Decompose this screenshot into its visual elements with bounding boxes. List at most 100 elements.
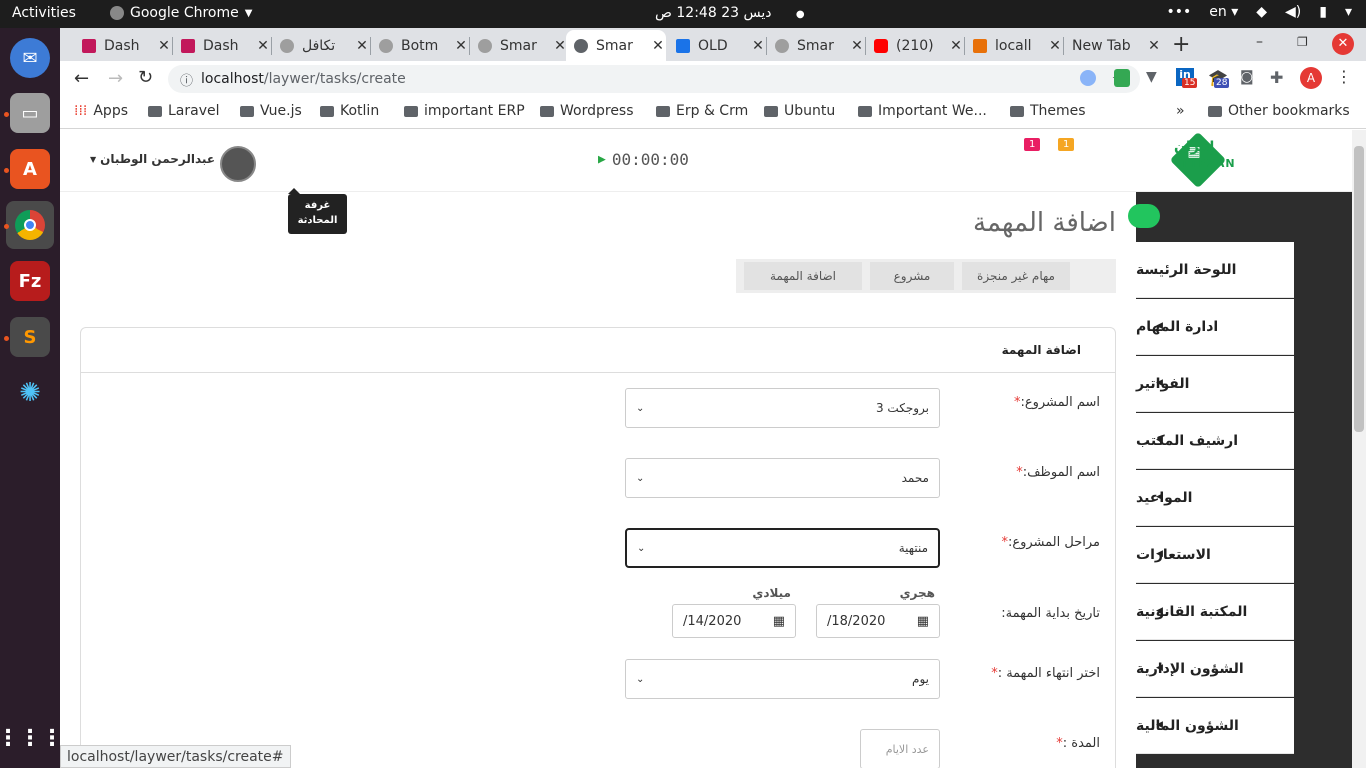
duration-input[interactable]: عدد الايام (860, 729, 940, 768)
tab-youtube[interactable]: (210) ✕ (866, 30, 964, 61)
close-tab-icon[interactable]: ✕ (453, 38, 469, 54)
tab-dash-2[interactable]: Dash ✕ (173, 30, 271, 61)
notification-badge[interactable]: 1 (1024, 138, 1041, 151)
tab-smar-active[interactable]: Smar ✕ (566, 30, 666, 61)
bookmark-vue[interactable]: Vue.js (240, 103, 302, 119)
sidebar-item-dashboard[interactable]: اللوحة الرئيسة (1136, 242, 1294, 298)
sidebar-item-tasks[interactable]: ادارة المهام ◀ (1136, 299, 1294, 355)
message-badge[interactable]: 1 (1058, 138, 1075, 151)
scrollbar-thumb[interactable] (1354, 146, 1364, 432)
calendar-icon[interactable]: ▦ (917, 614, 929, 629)
tab-new-tab[interactable]: New Tab ✕ (1064, 30, 1162, 61)
profile-avatar[interactable]: A (1300, 67, 1322, 89)
tab-old[interactable]: OLD ✕ (668, 30, 766, 61)
bookmark-apps[interactable]: ⁞⁞⁞ Apps (74, 103, 128, 119)
tab-local[interactable]: locall ✕ (965, 30, 1063, 61)
bookmarks-overflow[interactable]: » (1176, 103, 1185, 119)
chevron-down-icon: ⌄ (636, 472, 645, 484)
minimize-icon[interactable]: – (1256, 34, 1263, 50)
bookmark-label: Important We... (878, 103, 987, 119)
folder-icon (540, 105, 554, 117)
bookmark-laravel[interactable]: Laravel (148, 103, 220, 119)
filezilla-icon[interactable]: Fz (10, 261, 50, 301)
sidebar-item-borrowings[interactable]: الاستعارات ◀ (1136, 527, 1294, 583)
new-tab-button[interactable]: + (1172, 32, 1190, 57)
more-icon[interactable]: ••• (1166, 4, 1191, 20)
address-bar[interactable]: ⓘ localhost/laywer/tasks/create ☆ (168, 65, 1140, 93)
chrome-dock-icon[interactable] (6, 201, 54, 249)
bookmark-erp-crm[interactable]: Erp & Crm (656, 103, 748, 119)
breadcrumb-item-pending-tasks[interactable]: مهام غير منجزة (962, 262, 1070, 290)
sidebar-item-financial-affairs[interactable]: الشؤون المالية ◀ (1136, 698, 1294, 754)
shield-extension-icon[interactable] (1114, 69, 1130, 87)
play-icon[interactable]: ▶ (598, 152, 606, 167)
sublime-text-icon[interactable]: S (10, 317, 50, 357)
bookmark-themes[interactable]: Themes (1010, 103, 1086, 119)
camera-icon[interactable]: ◙ (1240, 69, 1254, 85)
close-window-icon[interactable]: ✕ (1332, 33, 1354, 55)
clock[interactable]: ديس 23 12:48 ص ● (655, 5, 805, 21)
chevron-down-icon: ⌄ (637, 542, 646, 554)
show-applications-icon[interactable]: ⋮⋮⋮ (0, 718, 63, 758)
sidebar-item-archive[interactable]: ارشيف المكتب ◀ (1136, 413, 1294, 469)
folder-icon (1010, 105, 1024, 117)
sidebar-item-appointments[interactable]: المواعيد ◀ (1136, 470, 1294, 526)
vue-devtools-icon[interactable]: ▼ (1146, 69, 1157, 85)
app-menu[interactable]: Google Chrome ▼ (110, 5, 252, 21)
close-tab-icon[interactable]: ✕ (849, 38, 865, 54)
gregorian-date-input[interactable]: /14/2020 ▦ (672, 604, 796, 638)
grad-badge: 28 (1214, 78, 1230, 88)
end-type-select[interactable]: ⌄ يوم (625, 659, 940, 699)
bookmark-important-web[interactable]: Important We... (858, 103, 987, 119)
close-tab-icon[interactable]: ✕ (1047, 38, 1063, 54)
tab-smar-1[interactable]: Smar ✕ (470, 30, 568, 61)
system-tray[interactable]: ••• en ▾ ◆ ◀) ▮ ▾ (1166, 4, 1352, 20)
page-scrollbar[interactable] (1352, 130, 1366, 768)
tab-smar-2[interactable]: Smar ✕ (767, 30, 865, 61)
software-center-icon[interactable]: A (10, 149, 50, 189)
project-select[interactable]: ⌄ بروجكت 3 (625, 388, 940, 428)
close-tab-icon[interactable]: ✕ (650, 38, 666, 54)
user-avatar-icon[interactable] (220, 146, 256, 182)
maximize-icon[interactable]: ❐ (1297, 35, 1308, 49)
activities-button[interactable]: Activities (12, 5, 76, 21)
thunderbird-icon[interactable]: ✉ (10, 38, 50, 78)
bookmark-important-erp[interactable]: important ERP (404, 103, 525, 119)
employee-select[interactable]: ⌄ محمد (625, 458, 940, 498)
tab-dash-1[interactable]: Dash ✕ (74, 30, 172, 61)
chevron-down-icon: ⌄ (636, 673, 645, 685)
info-icon[interactable]: ⓘ (180, 70, 193, 89)
bookmark-other[interactable]: Other bookmarks (1208, 103, 1350, 119)
files-icon[interactable]: ▭ (10, 93, 50, 133)
close-tab-icon[interactable]: ✕ (948, 38, 964, 54)
forward-icon[interactable]: → (108, 68, 123, 89)
close-tab-icon[interactable]: ✕ (354, 38, 370, 54)
sidebar-item-admin-affairs[interactable]: الشؤون الإدارية ◀ (1136, 641, 1294, 697)
language-indicator[interactable]: en ▾ (1209, 4, 1238, 20)
power-menu-icon[interactable]: ▾ (1345, 4, 1352, 20)
app-swirl-icon[interactable]: ✺ (10, 373, 50, 413)
close-tab-icon[interactable]: ✕ (750, 38, 766, 54)
bookmark-kotlin[interactable]: Kotlin (320, 103, 379, 119)
bookmark-ubuntu[interactable]: Ubuntu (764, 103, 835, 119)
tab-botm[interactable]: Botm ✕ (371, 30, 469, 61)
back-icon[interactable]: ← (74, 68, 89, 89)
calendar-icon[interactable]: ▦ (773, 614, 785, 629)
reload-icon[interactable]: ↻ (138, 67, 153, 88)
close-tab-icon[interactable]: ✕ (255, 38, 271, 54)
user-menu[interactable]: عبدالرحمن الوطبان ▼ (90, 152, 215, 166)
close-tab-icon[interactable]: ✕ (156, 38, 172, 54)
hijri-date-input[interactable]: /18/2020 ▦ (816, 604, 940, 638)
sidebar-item-legal-library[interactable]: المكتبة القانونية ◀ (1136, 584, 1294, 640)
sidebar-toggle[interactable] (1128, 204, 1160, 228)
tab-takaful[interactable]: تكافل ✕ (272, 30, 370, 61)
stage-select[interactable]: ⌄ منتهية (625, 528, 940, 568)
puzzle-icon[interactable]: ✚ (1270, 68, 1283, 87)
close-tab-icon[interactable]: ✕ (1146, 38, 1162, 54)
sidebar-item-invoices[interactable]: الفواتير ◀ (1136, 356, 1294, 412)
task-timer[interactable]: ▶ 00:00:00 (598, 150, 689, 169)
extension-icon[interactable] (1080, 70, 1096, 86)
breadcrumb-item-project[interactable]: مشروع (870, 262, 954, 290)
bookmark-wordpress[interactable]: Wordpress (540, 103, 634, 119)
kebab-menu-icon[interactable]: ⋮ (1336, 67, 1352, 86)
